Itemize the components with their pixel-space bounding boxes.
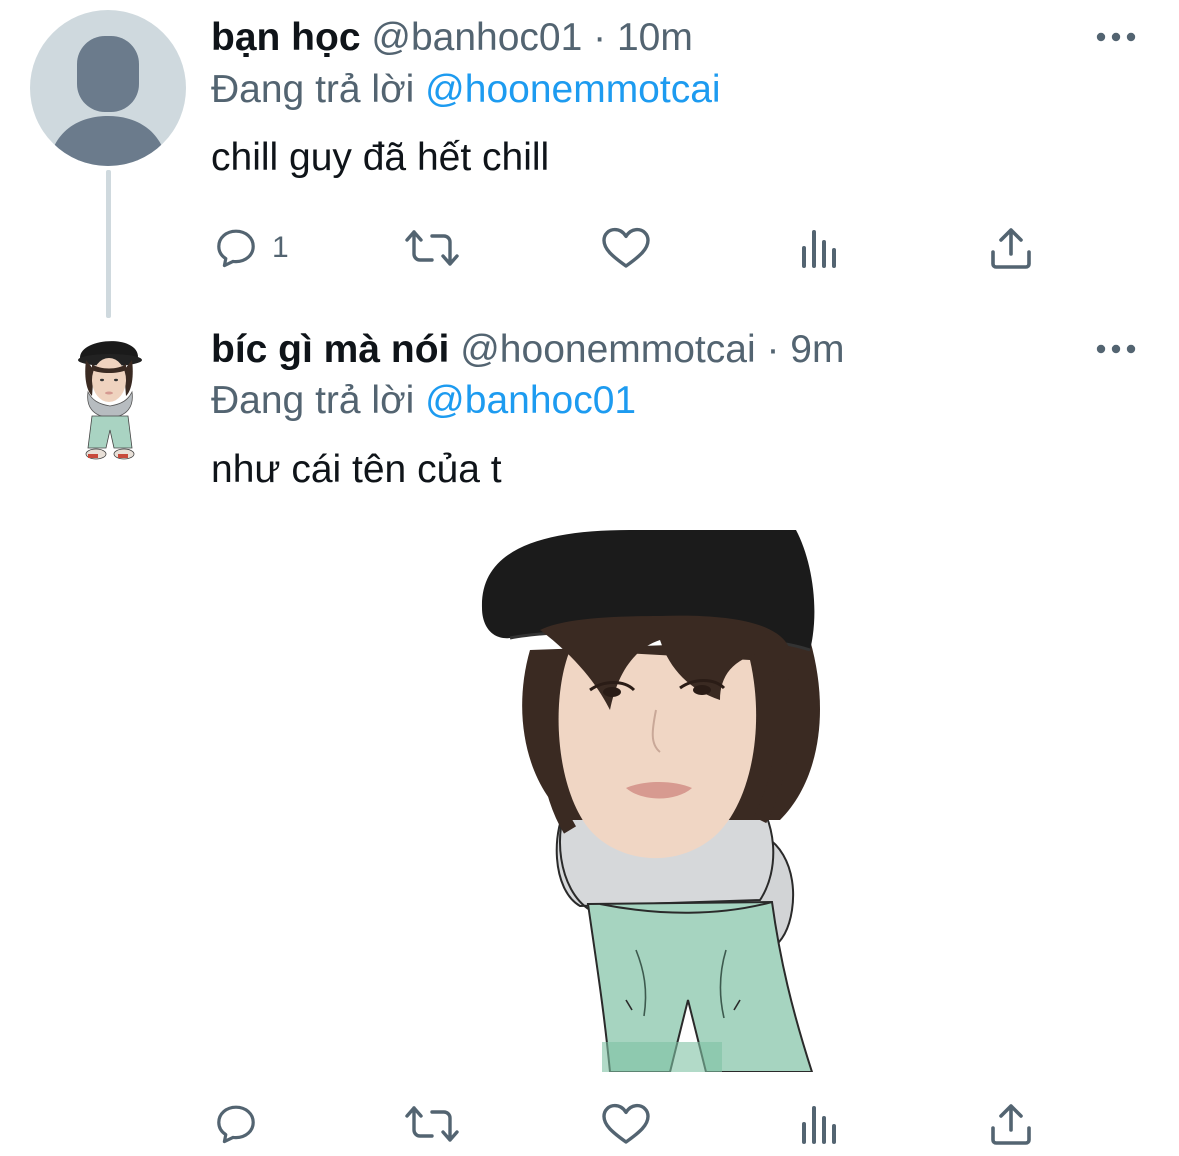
like-button[interactable] xyxy=(600,1100,652,1148)
thread-connector xyxy=(106,170,111,318)
share-icon xyxy=(991,1104,1031,1145)
mention-link[interactable]: @banhoc01 xyxy=(425,379,636,422)
mention-link[interactable]: @hoonemmotcai xyxy=(425,68,720,111)
chill-guy-sticker xyxy=(78,341,142,460)
share-button[interactable] xyxy=(988,224,1034,272)
default-avatar-icon xyxy=(48,36,168,166)
views-button[interactable] xyxy=(798,226,842,270)
views-icon xyxy=(802,1106,836,1144)
share-icon xyxy=(991,228,1031,269)
timestamp[interactable]: · 10m xyxy=(593,16,693,59)
more-button[interactable] xyxy=(1088,22,1144,52)
reply-button[interactable] xyxy=(212,1100,272,1148)
tweet-header: bíc gì mà nói @hoonemmotcai · 9m xyxy=(211,326,844,374)
display-name[interactable]: bíc gì mà nói xyxy=(211,328,449,371)
reply-count: 1 xyxy=(272,231,289,264)
more-icon xyxy=(1096,344,1136,354)
reply-icon xyxy=(217,1105,255,1144)
views-button[interactable] xyxy=(798,1102,842,1146)
retweet-button[interactable] xyxy=(404,1100,460,1148)
replying-to: Đang trả lời @hoonemmotcai xyxy=(211,66,721,114)
replying-to-label: Đang trả lời xyxy=(211,379,415,422)
like-icon xyxy=(602,1103,650,1144)
retweet-icon xyxy=(405,1106,459,1142)
retweet-icon xyxy=(405,230,459,266)
replying-to-label: Đang trả lời xyxy=(211,68,415,111)
share-button[interactable] xyxy=(988,1100,1034,1148)
more-icon xyxy=(1096,32,1136,42)
handle[interactable]: @banhoc01 xyxy=(371,16,582,59)
avatar[interactable] xyxy=(30,10,186,166)
display-name[interactable]: bạn học xyxy=(211,16,361,59)
handle[interactable]: @hoonemmotcai xyxy=(460,328,755,371)
chill-guy-sticker-image xyxy=(481,530,820,1072)
tweet-media[interactable] xyxy=(420,530,820,1072)
reply-icon xyxy=(217,229,255,268)
like-button[interactable] xyxy=(600,224,652,272)
reply-button[interactable]: 1 xyxy=(212,224,289,272)
tweet-header: bạn học @banhoc01 · 10m xyxy=(211,14,693,62)
replying-to: Đang trả lời @banhoc01 xyxy=(211,377,636,425)
tweet-text: chill guy đã hết chill xyxy=(211,136,550,179)
like-icon xyxy=(602,227,650,268)
views-icon xyxy=(802,230,836,268)
avatar[interactable] xyxy=(72,330,148,466)
timestamp[interactable]: · 9m xyxy=(766,328,844,371)
more-button[interactable] xyxy=(1088,334,1144,364)
tweet-text: như cái tên của t xyxy=(211,448,502,491)
retweet-button[interactable] xyxy=(404,224,460,272)
